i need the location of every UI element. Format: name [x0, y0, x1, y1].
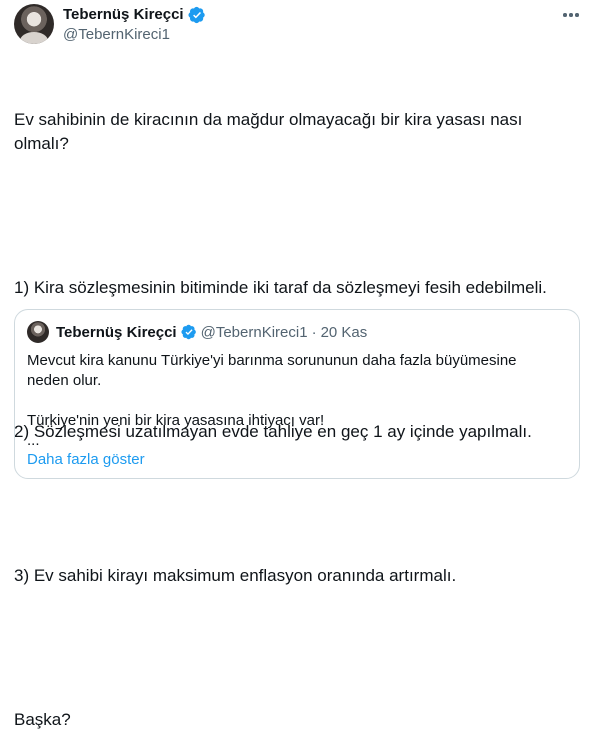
- author-display-name[interactable]: Tebernüş Kireçci: [63, 6, 184, 24]
- quoted-tweet-line: Mevcut kira kanunu Türkiye'yi barınma so…: [27, 352, 517, 389]
- more-options-button[interactable]: [560, 6, 582, 24]
- verified-badge-icon: [188, 6, 205, 24]
- quoted-author-handle: @TebernKireci1: [200, 323, 308, 341]
- quoted-author-avatar: [27, 321, 49, 343]
- quoted-tweet-card[interactable]: Tebernüş Kireçci @TebernKireci1 · 20 Kas…: [14, 309, 580, 479]
- verified-badge-icon: [181, 324, 196, 340]
- quoted-author-display-name: Tebernüş Kireçci: [56, 323, 177, 341]
- tweet-line: 3) Ev sahibi kirayı maksimum enflasyon o…: [14, 566, 457, 585]
- author-name-row: Tebernüş Kireçci: [63, 6, 206, 24]
- tweet-header: Tebernüş Kireçci @TebernKireci1: [14, 4, 582, 48]
- author-avatar[interactable]: [14, 4, 54, 44]
- quoted-tweet-ellipsis: ...: [27, 432, 40, 449]
- quoted-tweet-date: 20 Kas: [320, 323, 368, 341]
- tweet-line: Başka?: [14, 710, 71, 729]
- quoted-tweet-line: Türkiye'nin yeni bir kira yasasına ihtiy…: [27, 412, 325, 429]
- date-separator: ·: [311, 323, 317, 341]
- author-handle[interactable]: @TebernKireci1: [63, 26, 170, 44]
- tweet-line: 1) Kira sözleşmesinin bitiminde iki tara…: [14, 278, 547, 297]
- tweet-line: Ev sahibinin de kiracının da mağdur olma…: [14, 110, 528, 153]
- quoted-tweet-text: Mevcut kira kanunu Türkiye'yi barınma so…: [27, 351, 557, 451]
- quoted-tweet-header: Tebernüş Kireçci @TebernKireci1 · 20 Kas: [27, 321, 367, 343]
- show-more-link[interactable]: Daha fazla göster: [27, 451, 145, 468]
- ellipsis-icon: [563, 13, 567, 17]
